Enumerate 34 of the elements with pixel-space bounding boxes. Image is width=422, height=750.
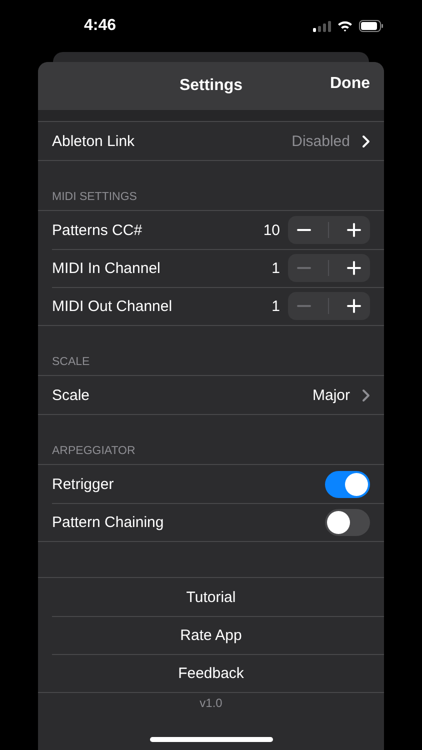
toggle-switch[interactable] xyxy=(325,470,370,498)
minus-icon[interactable] xyxy=(296,229,311,231)
row-value: Major xyxy=(312,386,350,404)
stepper[interactable] xyxy=(288,292,370,320)
row-value: Disabled xyxy=(292,132,350,150)
stepper[interactable] xyxy=(288,254,370,282)
action-button[interactable]: Feedback xyxy=(170,660,252,686)
row-label: Ableton Link xyxy=(52,132,136,150)
plus-icon[interactable] xyxy=(347,261,362,275)
section-header: MIDI SETTINGS xyxy=(52,191,137,203)
battery-icon xyxy=(359,20,384,32)
row-label: Scale xyxy=(52,386,91,404)
section-header: SCALE xyxy=(52,356,90,368)
row-label: Patterns CC# xyxy=(52,222,144,238)
status-time: 4:46 xyxy=(84,17,116,35)
row-label: Retrigger xyxy=(52,476,115,492)
version-label: v1.0 xyxy=(200,696,222,710)
signal-icon xyxy=(313,20,331,32)
plus-icon[interactable] xyxy=(347,299,362,313)
action-button[interactable]: Rate App xyxy=(172,622,250,648)
toggle-switch[interactable] xyxy=(325,508,370,536)
row-value: 10 xyxy=(263,222,280,238)
plus-icon[interactable] xyxy=(347,223,362,237)
row-value: 1 xyxy=(272,298,280,314)
row-label: MIDI Out Channel xyxy=(52,298,174,314)
row-label: MIDI In Channel xyxy=(52,260,162,276)
row-value: 1 xyxy=(272,260,280,276)
action-button[interactable]: Tutorial xyxy=(178,584,244,610)
stepper[interactable] xyxy=(288,216,370,244)
row-label: Pattern Chaining xyxy=(52,514,165,530)
done-button[interactable]: Done xyxy=(330,75,370,93)
sheet-title: Settings xyxy=(179,77,243,95)
wifi-icon xyxy=(337,20,353,32)
section-header: ARPEGGIATOR xyxy=(52,445,136,457)
